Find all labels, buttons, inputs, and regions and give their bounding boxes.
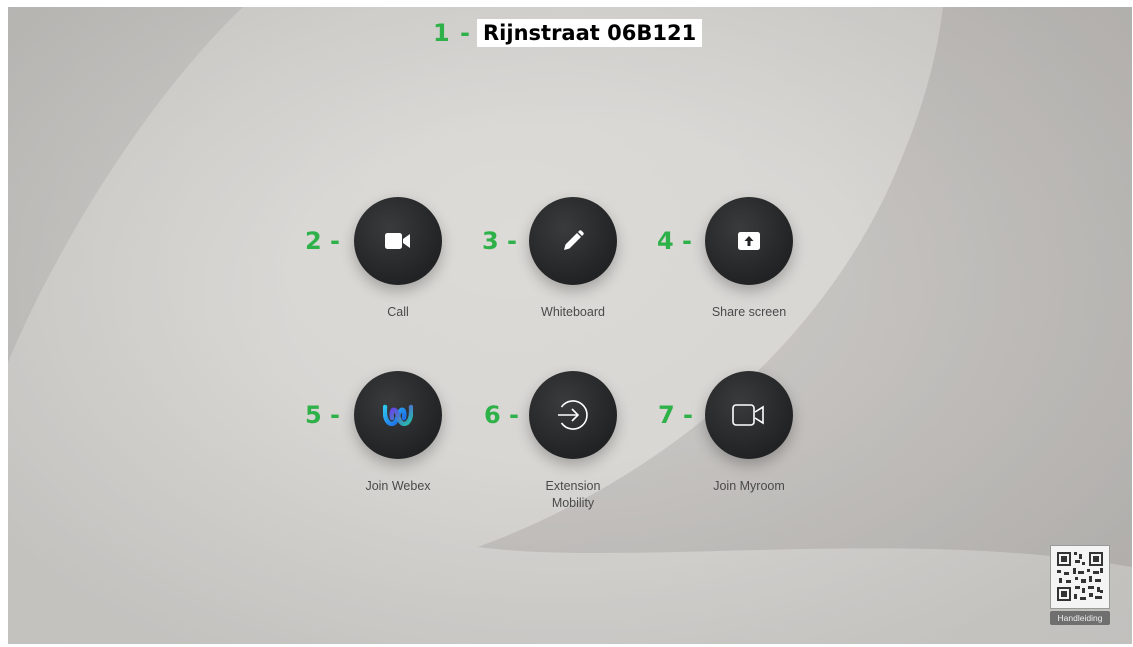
- join-webex-button[interactable]: [354, 371, 442, 459]
- annotation-number-4: 4 -: [657, 227, 693, 255]
- background-swoosh: [8, 7, 1132, 644]
- extension-mobility-button[interactable]: [529, 371, 617, 459]
- annotation-number-7: 7 -: [658, 401, 694, 429]
- join-myroom-button[interactable]: [705, 371, 793, 459]
- whiteboard-label: Whiteboard: [541, 305, 605, 319]
- call-tile[interactable]: Call: [323, 197, 473, 321]
- manual-qr[interactable]: Handleiding: [1050, 545, 1110, 627]
- qr-code[interactable]: [1050, 545, 1110, 609]
- share-screen-button[interactable]: [705, 197, 793, 285]
- extension-mobility-label-line2: Mobility: [551, 496, 595, 510]
- webex-logo-icon: [383, 404, 413, 426]
- qr-code-icon: [1057, 552, 1103, 601]
- annotation-number-1: 1 -: [433, 19, 472, 47]
- annotation-number-6: 6 -: [484, 401, 520, 429]
- annotation-number-2: 2 -: [305, 227, 341, 255]
- touch-panel-screen: [8, 7, 1132, 644]
- room-title: 1 - Rijnstraat 06B121: [433, 19, 703, 47]
- share-screen-icon: [738, 232, 760, 250]
- video-camera-icon: [385, 233, 410, 249]
- extension-mobility-label-line1: Extension: [545, 479, 601, 493]
- manual-label: Handleiding: [1050, 611, 1110, 625]
- room-name: Rijnstraat 06B121: [477, 19, 703, 47]
- sign-in-arrow-icon: [558, 400, 588, 430]
- call-label: Call: [387, 305, 409, 319]
- video-camera-outline-icon: [732, 404, 764, 426]
- call-button[interactable]: [354, 197, 442, 285]
- annotation-number-5: 5 -: [305, 401, 341, 429]
- join-webex-tile[interactable]: Join Webex: [323, 371, 473, 495]
- extension-mobility-label: Extension Mobility: [498, 478, 648, 512]
- pencil-icon: [564, 230, 584, 250]
- annotation-number-3: 3 -: [482, 227, 518, 255]
- join-myroom-tile[interactable]: Join Myroom: [674, 371, 824, 495]
- whiteboard-button[interactable]: [529, 197, 617, 285]
- extension-mobility-tile[interactable]: Extension Mobility: [498, 371, 648, 512]
- share-screen-tile[interactable]: Share screen: [674, 197, 824, 321]
- join-myroom-label: Join Myroom: [713, 479, 785, 493]
- share-screen-label: Share screen: [711, 305, 787, 319]
- join-webex-label: Join Webex: [365, 479, 431, 493]
- whiteboard-tile[interactable]: Whiteboard: [498, 197, 648, 321]
